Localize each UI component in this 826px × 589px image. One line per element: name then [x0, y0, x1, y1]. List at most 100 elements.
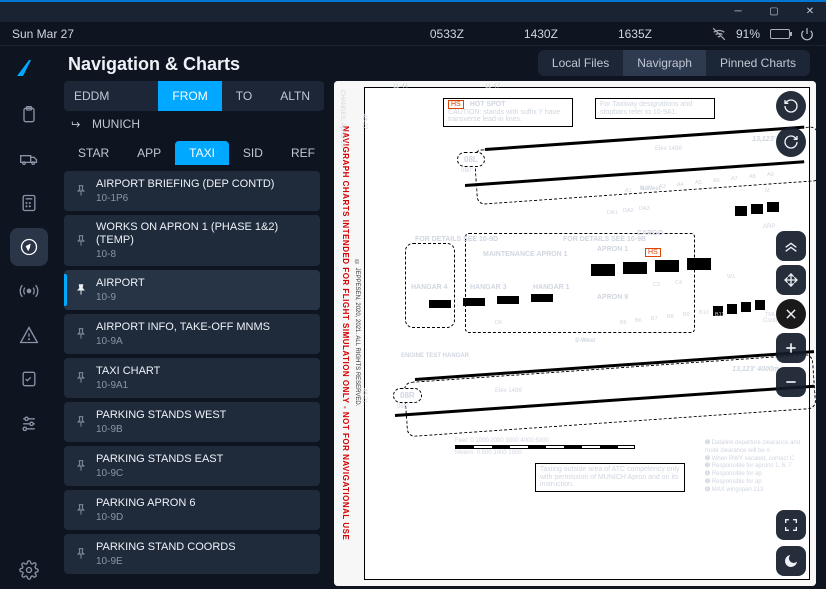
source-tab-navigraph[interactable]: Navigraph: [623, 50, 706, 76]
status-time-3: 1635Z: [618, 27, 652, 41]
pin-icon[interactable]: [74, 234, 88, 248]
chart-list-item[interactable]: PARKING STAND COORDS 10-9E: [64, 534, 320, 574]
chart-list-item[interactable]: PARKING APRON 6 10-9D: [64, 490, 320, 530]
wifi-off-icon: [712, 27, 726, 41]
sidebar-settings[interactable]: [10, 551, 48, 589]
chart-item-name: TAXI CHART: [96, 365, 160, 378]
taxiway-label: M: [765, 188, 770, 194]
pin-icon[interactable]: [74, 327, 88, 341]
chart-item-code: 10-9A1: [96, 380, 160, 391]
chart-list-item[interactable]: WORKS ON APRON 1 (PHASE 1&2) (TEMP) 10-8: [64, 215, 320, 266]
chart-tab-taxi[interactable]: TAXI: [175, 141, 229, 165]
chart-list-item[interactable]: PARKING STANDS EAST 10-9C: [64, 446, 320, 486]
chart-list-item[interactable]: AIRPORT 10-9: [64, 270, 320, 310]
return-arrow-icon: [70, 117, 84, 131]
chart-item-code: 10-9D: [96, 512, 195, 523]
sidebar-clipboard[interactable]: [10, 96, 48, 134]
chart-item-code: 10-9: [96, 292, 145, 303]
chart-tab-sid[interactable]: SID: [229, 141, 277, 165]
taxiway-label: D6: [495, 320, 502, 326]
pin-icon[interactable]: [74, 503, 88, 517]
taxiway-label: B5: [620, 320, 627, 326]
status-time-2: 1430Z: [524, 27, 558, 41]
chart-pan-center-button[interactable]: [776, 265, 806, 295]
nav-sidebar: [0, 46, 58, 589]
pin-icon[interactable]: [74, 547, 88, 561]
taxiway-label: A9: [767, 172, 774, 178]
chart-copyright-text: © JEPPESEN, 2020, 2021. ALL RIGHTS RESER…: [350, 87, 360, 580]
taxiway-label: A7: [731, 176, 738, 182]
window-maximize-button[interactable]: ▢: [762, 2, 786, 20]
chart-zoom-out-button[interactable]: [776, 367, 806, 397]
pin-icon[interactable]: [74, 415, 88, 429]
chart-item-name: AIRPORT BRIEFING (DEP CONTD): [96, 178, 274, 191]
airport-icao-input[interactable]: EDDM: [64, 81, 158, 111]
taxiway-label: TML: [765, 312, 776, 318]
sidebar-navigation[interactable]: [10, 228, 48, 266]
airport-role-altn[interactable]: ALTN: [266, 81, 324, 111]
airport-role-from[interactable]: FROM: [158, 81, 221, 111]
window-minimize-button[interactable]: ─: [726, 2, 750, 20]
chart-warning-text: NAVIGRAPH CHARTS INTENDED FOR FLIGHT SIM…: [336, 87, 350, 580]
sidebar-checklist[interactable]: [10, 360, 48, 398]
taxiway-label: W1: [727, 274, 735, 280]
chart-item-name: AIRPORT: [96, 277, 145, 290]
status-date: Sun Mar 27: [12, 27, 74, 41]
chart-pan-up-wide-button[interactable]: [776, 231, 806, 261]
battery-percent: 91%: [736, 27, 760, 41]
taxiway-label: A3: [659, 184, 666, 190]
window-close-button[interactable]: ✕: [798, 2, 822, 20]
chart-night-mode-button[interactable]: [776, 546, 806, 576]
chart-item-code: 10-9E: [96, 556, 236, 567]
airport-role-to[interactable]: TO: [222, 81, 266, 111]
sidebar-calculator[interactable]: [10, 184, 48, 222]
chart-list-item[interactable]: AIRPORT BRIEFING (DEP CONTD) 10-1P6: [64, 171, 320, 211]
pin-icon[interactable]: [74, 184, 88, 198]
taxiway-label: DA1: [607, 210, 618, 216]
taxiway-label: B9: [683, 312, 690, 318]
chart-tab-star[interactable]: STAR: [64, 141, 123, 165]
taxiway-label: B8: [667, 314, 674, 320]
chart-item-name: PARKING STANDS WEST: [96, 409, 226, 422]
chart-fullscreen-button[interactable]: [776, 510, 806, 540]
status-bar: Sun Mar 27 0533Z 1430Z 1635Z 91%: [0, 22, 826, 46]
chart-close-overlay-button[interactable]: [776, 299, 806, 329]
status-time-1: 0533Z: [430, 27, 464, 41]
chart-tab-ref[interactable]: REF: [277, 141, 329, 165]
sidebar-radio[interactable]: [10, 272, 48, 310]
pin-icon[interactable]: [74, 283, 88, 297]
source-tab-pinned-charts[interactable]: Pinned Charts: [706, 50, 810, 76]
sidebar-presets[interactable]: [10, 404, 48, 442]
sidebar-truck[interactable]: [10, 140, 48, 178]
taxiway-label: A6: [713, 178, 720, 184]
taxiway-label: B10: [699, 310, 709, 316]
taxiway-label: A2: [641, 186, 648, 192]
chart-rotate-cw-button[interactable]: [776, 127, 806, 157]
chart-type-tabs: STARAPPTAXISIDREF: [64, 141, 324, 165]
taxiway-label: DA2: [623, 208, 634, 214]
window-titlebar: ─ ▢ ✕: [0, 0, 826, 22]
taxiway-label: C3: [653, 282, 660, 288]
chart-rotate-ccw-button[interactable]: [776, 91, 806, 121]
chart-viewer[interactable]: NAVIGRAPH CHARTS INTENDED FOR FLIGHT SIM…: [334, 81, 816, 586]
sidebar-failures[interactable]: [10, 316, 48, 354]
airport-name: MUNICH: [92, 117, 140, 131]
chart-source-tabs: Local FilesNavigraphPinned Charts: [538, 50, 810, 76]
taxiway-label: B11: [715, 312, 724, 318]
chart-list-item[interactable]: PARKING STANDS WEST 10-9B: [64, 402, 320, 442]
app-logo: [13, 56, 45, 80]
source-tab-local-files[interactable]: Local Files: [538, 50, 623, 76]
pin-icon[interactable]: [74, 459, 88, 473]
chart-list-item[interactable]: AIRPORT INFO, TAKE-OFF MNMS 10-9A: [64, 314, 320, 354]
pin-icon[interactable]: [74, 371, 88, 385]
power-icon[interactable]: [800, 27, 814, 41]
chart-item-code: 10-1P6: [96, 193, 274, 204]
airport-selector-bar: EDDM FROMTOALTN: [64, 81, 324, 111]
chart-zoom-in-button[interactable]: [776, 333, 806, 363]
chart-item-code: 10-9A: [96, 336, 270, 347]
chart-item-name: WORKS ON APRON 1 (PHASE 1&2) (TEMP): [96, 221, 310, 247]
chart-tab-app[interactable]: APP: [123, 141, 175, 165]
chart-list-item[interactable]: TAXI CHART 10-9A1: [64, 358, 320, 398]
chart-item-code: 10-8: [96, 249, 310, 260]
taxiway-label: B7: [651, 316, 658, 322]
